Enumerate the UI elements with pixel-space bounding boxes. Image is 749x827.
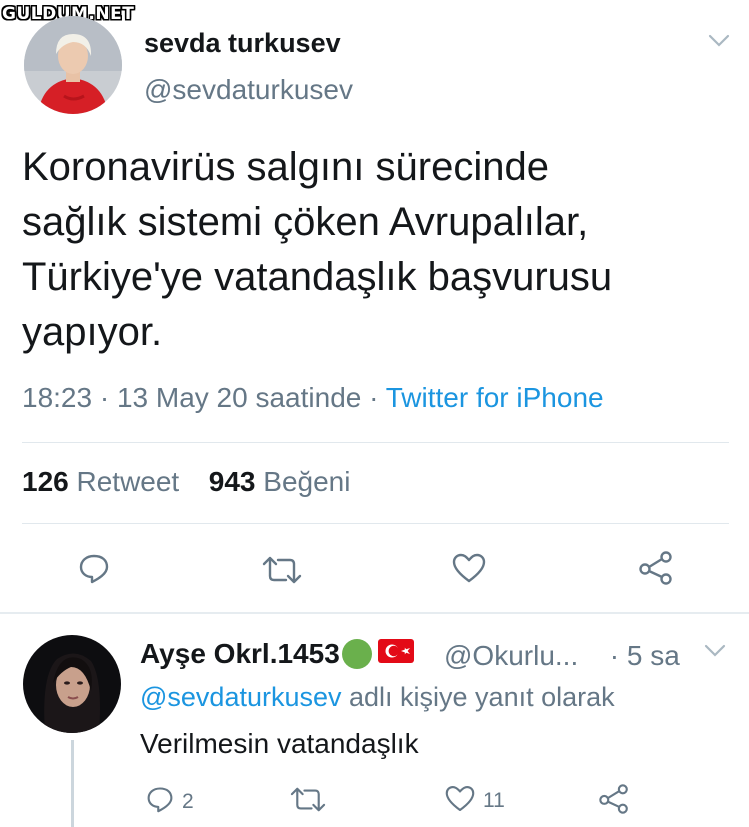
like-label: Beğeni [255,466,351,497]
heart-icon [452,553,486,588]
author-name[interactable]: sevda turkusev [144,28,341,59]
retweet-icon [262,556,302,589]
tweet-timestamp[interactable]: 18:23 · 13 May 20 saatinde · [22,382,386,413]
reply-author-name[interactable]: Ayşe Okrl.1453 [140,638,414,670]
reply-share-button[interactable] [598,784,630,819]
heart-icon [445,785,475,817]
reply-button[interactable] [78,552,110,589]
like-count: 943 [208,466,256,497]
reply-time[interactable]: · 5 sa [610,640,680,671]
tweet-text-line: sağlık sistemi çöken Avrupalılar, [22,200,589,244]
tweet-text-line: Koronavirüs salgını sürecinde [22,145,549,189]
tweet-stats: 126 Retweet 943 Beğeni [22,466,350,498]
share-icon [638,551,674,590]
replying-to-suffix: adlı kişiye yanıt olarak [341,682,615,712]
chevron-down-icon[interactable] [708,34,730,53]
replying-to-handle[interactable]: @sevdaturkusev [140,682,342,712]
chevron-down-icon[interactable] [704,644,726,663]
tweet-meta: 18:23 · 13 May 20 saatinde · Twitter for… [22,382,604,414]
reply-like-count: 11 [483,789,505,812]
comment-icon [78,552,110,589]
retweet-icon [290,787,326,817]
like-stat[interactable]: 943 Beğeni [209,466,351,497]
tweet-text-line: yapıyor. [22,310,163,354]
divider [0,612,749,614]
author-avatar[interactable] [24,16,122,114]
divider [22,523,729,524]
reply-handle-time: @Okurlu... · 5 sa [444,640,680,672]
retweet-count: 126 [22,466,69,497]
turkey-flag-emoji [377,638,414,670]
reply-author-handle[interactable]: @Okurlu... [444,640,578,671]
reply-text: Verilmesin vatandaşlık [140,728,419,759]
divider [22,442,729,443]
reply-reply-button[interactable]: 2 [146,785,194,818]
author-handle[interactable]: @sevdaturkusev [144,74,353,106]
reply-author-avatar[interactable] [23,635,121,733]
retweet-button[interactable] [262,556,302,589]
tweet-text: Koronavirüs salgını sürecinde sağlık sis… [22,140,722,360]
reply-retweet-button[interactable] [290,787,326,817]
retweet-stat[interactable]: 126 Retweet [22,466,179,497]
share-icon [598,784,630,819]
tweet-text-line: Türkiye'ye vatandaşlık başvurusu [22,255,613,299]
replying-to: @sevdaturkusev adlı kişiye yanıt olarak [140,682,615,713]
like-button[interactable] [452,553,486,588]
share-button[interactable] [638,551,674,590]
tweet-source-link[interactable]: Twitter for iPhone [386,382,604,413]
reply-reply-count: 2 [182,789,194,813]
thread-line [71,740,74,827]
green-circle-emoji [341,639,372,669]
reply-author-name-text: Ayşe Okrl.1453 [140,638,340,669]
retweet-label: Retweet [68,466,180,497]
reply-like-button[interactable]: 11 [445,785,505,817]
comment-icon [146,785,174,818]
